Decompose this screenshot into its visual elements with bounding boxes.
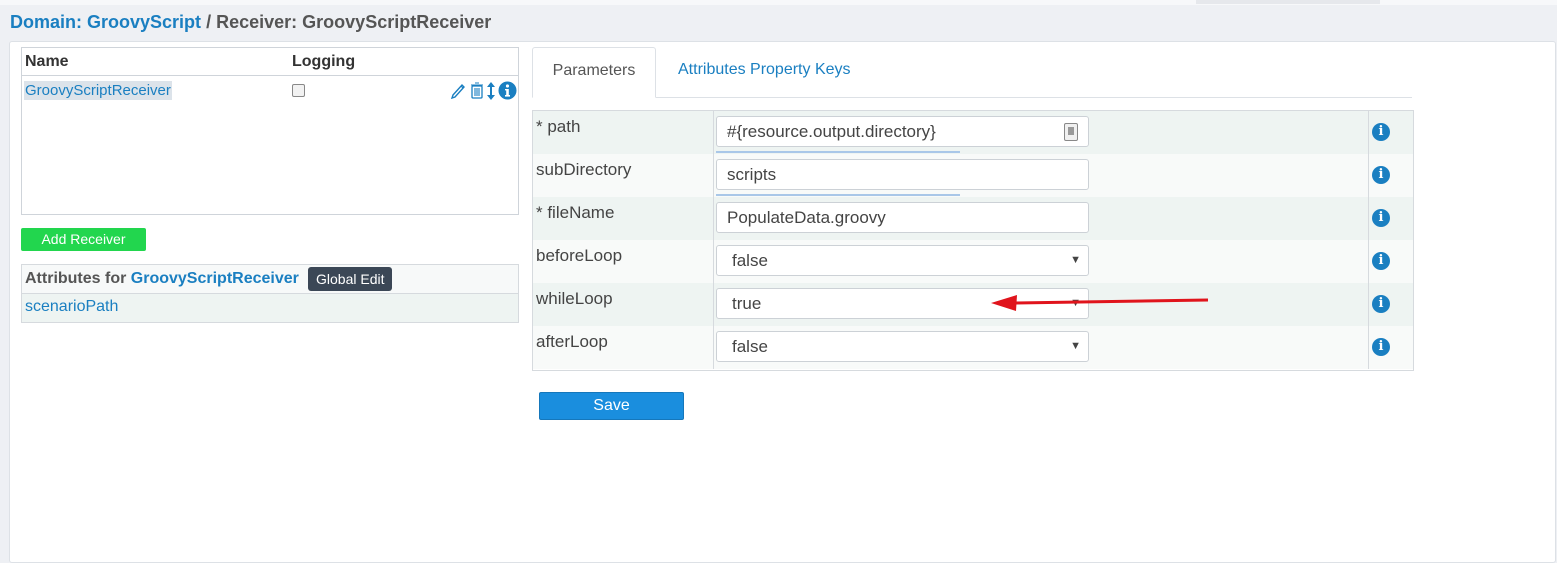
attributes-panel-title: Attributes for GroovyScriptReceiver: [25, 270, 299, 288]
info-icon[interactable]: i: [1372, 209, 1390, 227]
field-focus-underline: [716, 194, 960, 196]
param-row-subdirectory: subDirectory scripts i: [533, 154, 1413, 198]
list-item[interactable]: scenarioPath: [22, 294, 518, 322]
beforeloop-value: false: [732, 251, 768, 270]
subdirectory-value: scripts: [727, 165, 777, 184]
param-row-afterloop: afterLoop false ▼ i: [533, 326, 1413, 369]
param-row-whileloop: whileLoop true ▼ i: [533, 283, 1413, 327]
param-label: beforeLoop: [536, 246, 623, 265]
breadcrumb-domain-link[interactable]: GroovyScript: [87, 12, 201, 32]
edit-icon[interactable]: [450, 81, 466, 104]
receiver-name-link[interactable]: GroovyScriptReceiver: [24, 81, 172, 100]
info-icon[interactable]: i: [1372, 295, 1390, 313]
path-value: #{resource.output.directory}: [727, 122, 936, 141]
breadcrumb-receiver-name: GroovyScriptReceiver: [302, 12, 492, 32]
add-receiver-button[interactable]: Add Receiver: [21, 228, 146, 251]
sort-icon[interactable]: [486, 81, 496, 106]
attributes-receiver-link[interactable]: GroovyScriptReceiver: [131, 270, 299, 287]
receivers-table: Name Logging GroovyScriptReceiver: [21, 47, 519, 215]
info-icon[interactable]: i: [1372, 166, 1390, 184]
annotation-arrow-icon: [991, 295, 1209, 311]
afterloop-value: false: [732, 337, 768, 356]
column-header-logging: Logging: [292, 53, 356, 70]
trash-icon[interactable]: [470, 81, 484, 104]
info-icon[interactable]: [498, 81, 517, 105]
field-focus-underline: [716, 151, 960, 153]
info-icon[interactable]: i: [1372, 252, 1390, 270]
logging-checkbox[interactable]: [292, 84, 305, 97]
caret-down-icon: ▼: [1070, 254, 1081, 266]
save-button[interactable]: Save: [539, 392, 684, 420]
param-row-path: * path #{resource.output.directory} i: [533, 111, 1413, 155]
whileloop-value: true: [732, 294, 762, 313]
parameters-table: * path #{resource.output.directory} i su…: [532, 110, 1414, 371]
param-label: * path: [536, 117, 581, 136]
receivers-table-header: Name Logging: [22, 48, 518, 76]
info-icon[interactable]: i: [1372, 338, 1390, 356]
table-row[interactable]: GroovyScriptReceiver: [22, 76, 518, 106]
caret-down-icon: ▼: [1070, 340, 1081, 352]
beforeloop-select[interactable]: false ▼: [716, 245, 1089, 276]
param-row-filename: * fileName PopulateData.groovy i: [533, 197, 1413, 241]
param-label: * fileName: [536, 203, 615, 222]
attribute-link-scenario-path[interactable]: scenarioPath: [25, 298, 118, 316]
info-icon[interactable]: i: [1372, 123, 1390, 141]
notes-icon[interactable]: [1064, 123, 1078, 141]
tab-bar: Parameters Attributes Property Keys: [532, 47, 1412, 98]
attributes-title-prefix: Attributes for: [25, 270, 127, 287]
attributes-panel: Attributes for GroovyScriptReceiver Glob…: [21, 264, 519, 323]
breadcrumb: Domain: GroovyScript / Receiver: GroovyS…: [10, 12, 491, 33]
filename-field[interactable]: PopulateData.groovy: [716, 202, 1089, 233]
global-edit-button[interactable]: Global Edit: [308, 267, 393, 291]
top-tab-ghost: [1196, 0, 1380, 4]
subdirectory-field[interactable]: scripts: [716, 159, 1089, 190]
breadcrumb-domain-label[interactable]: Domain:: [10, 12, 82, 32]
param-label: subDirectory: [536, 160, 632, 179]
column-header-name: Name: [25, 53, 69, 70]
breadcrumb-separator: /: [206, 12, 212, 32]
tab-parameters[interactable]: Parameters: [532, 47, 656, 98]
attributes-panel-header: Attributes for GroovyScriptReceiver Glob…: [22, 265, 518, 294]
param-row-beforeloop: beforeLoop false ▼ i: [533, 240, 1413, 284]
top-strip: [0, 0, 1557, 5]
afterloop-select[interactable]: false ▼: [716, 331, 1089, 362]
path-field[interactable]: #{resource.output.directory}: [716, 116, 1089, 147]
param-label: whileLoop: [536, 289, 613, 308]
param-label: afterLoop: [536, 332, 608, 351]
tab-attributes-property-keys[interactable]: Attributes Property Keys: [678, 47, 851, 96]
filename-value: PopulateData.groovy: [727, 208, 886, 227]
breadcrumb-receiver-label: Receiver:: [216, 12, 298, 32]
